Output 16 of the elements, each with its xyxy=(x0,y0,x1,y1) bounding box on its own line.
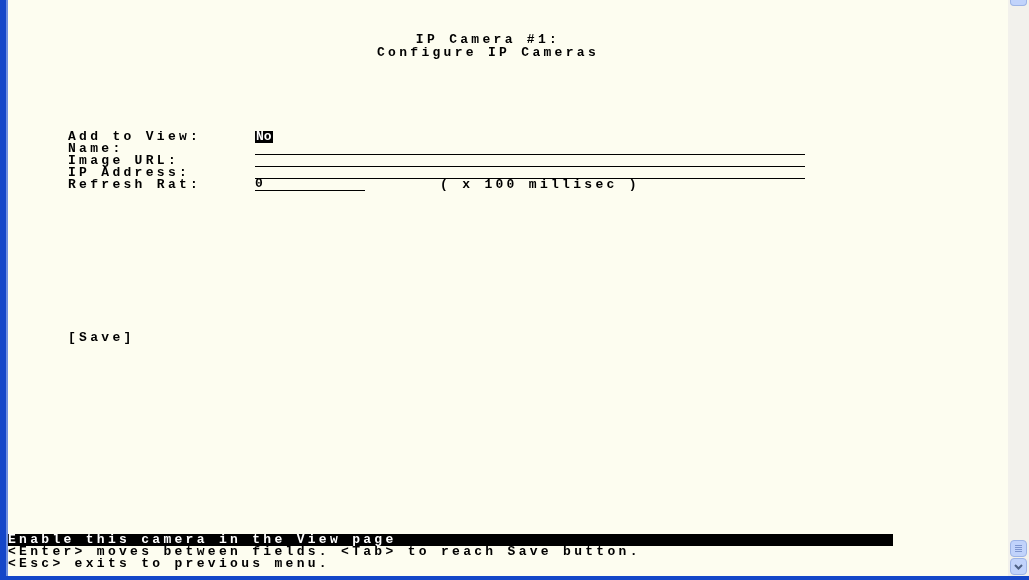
field-label: Add to View: xyxy=(68,131,203,143)
unit-label: ( x 100 millisec ) xyxy=(440,179,640,191)
field-label: IP Address: xyxy=(68,167,191,179)
toggle-value[interactable]: No xyxy=(255,131,273,143)
scrollbar[interactable] xyxy=(1008,0,1029,576)
screen-title: Configure IP Cameras xyxy=(377,47,599,59)
field-label: Name: xyxy=(68,143,125,155)
scroll-down-button[interactable] xyxy=(1010,558,1027,575)
scroll-thumb[interactable] xyxy=(1010,540,1027,557)
help-text: <Esc> exits to previous menu. xyxy=(8,558,331,570)
help-text: <Enter> moves between fields. <Tab> to reach Save button. xyxy=(8,546,642,558)
field-label: Refresh Rat: xyxy=(68,179,203,191)
chevron-down-icon xyxy=(1014,563,1023,570)
field-label: Image URL: xyxy=(68,155,179,167)
save-button[interactable]: [Save] xyxy=(68,332,135,344)
screen-title: IP Camera #1: xyxy=(415,34,561,46)
